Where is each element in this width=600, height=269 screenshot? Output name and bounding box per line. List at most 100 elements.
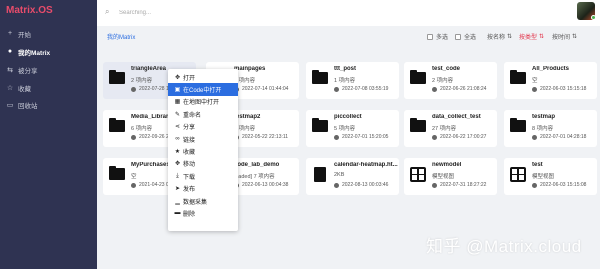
- file-card[interactable]: piccollect 5 项内容 2022-07-01 15:20:05: [306, 110, 399, 147]
- model-view-icon: [410, 167, 426, 182]
- card-type: 模型视图: [532, 174, 555, 180]
- menu-item-label: 收藏: [183, 150, 196, 157]
- menu-item-rename[interactable]: ✎ 重命名: [168, 108, 238, 120]
- sort-type-label: 按类型: [519, 35, 538, 41]
- sidebar-item-shared[interactable]: ⇆ 被分享: [0, 62, 97, 77]
- trash-icon: ▭: [6, 101, 14, 109]
- code-icon: ▣: [174, 87, 181, 94]
- folder-icon: [510, 70, 526, 84]
- sidebar-item-trash[interactable]: ▭ 回收站: [0, 97, 97, 112]
- clock-icon: [432, 134, 437, 140]
- link-icon: ∞: [175, 136, 180, 143]
- card-name: calendar-heatmap.ht...: [334, 162, 398, 168]
- sort-arrow-icon: ⇅: [507, 34, 513, 40]
- menu-item-data-collect[interactable]: ▁ 数据采集: [168, 195, 238, 207]
- menu-item-label: 发布: [183, 187, 196, 194]
- app-logo: Matrix.OS: [6, 5, 53, 16]
- card-date: 2022-09-26 2...: [131, 134, 173, 140]
- menu-item-share[interactable]: ⋖ 分享: [168, 121, 238, 133]
- card-count: loaded] 7 项内容: [234, 174, 275, 180]
- clock-icon: [131, 86, 136, 92]
- share-icon: ⋖: [174, 124, 181, 131]
- menu-item-link[interactable]: ∞ 链接: [168, 133, 238, 145]
- menu-item-open[interactable]: ✥ 打开: [168, 71, 238, 83]
- share-icon: ⇆: [7, 66, 13, 74]
- menu-item-label: 分享: [183, 125, 196, 132]
- user-icon: ●: [7, 48, 13, 55]
- card-count: 空: [532, 78, 538, 84]
- menu-item-label: 在地图中打开: [183, 100, 220, 107]
- file-card[interactable]: calendar-heatmap.ht... 2KB 2022-08-13 00…: [306, 158, 399, 195]
- trash-icon: ▬: [174, 210, 181, 217]
- card-name: test_code: [432, 66, 461, 72]
- card-date: 2022-07-14 01:44:04: [234, 86, 288, 92]
- star-icon: ☆: [6, 84, 14, 92]
- sidebar-item-label: 收藏: [18, 85, 31, 93]
- checkbox-icon: [455, 33, 461, 40]
- sort-by-time-button[interactable]: 按时间 ⇅: [552, 32, 577, 41]
- search-input[interactable]: [119, 7, 319, 18]
- folder-icon: [312, 118, 328, 132]
- card-date: 2022-08-13 00:03:46: [334, 182, 388, 188]
- folder-icon: [109, 70, 125, 84]
- card-date-text: 2022-06-22 17:00:27: [440, 134, 487, 140]
- menu-item-label: 在Code中打开: [183, 88, 222, 95]
- clock-icon: [334, 86, 339, 92]
- sidebar-item-label: 回收站: [18, 102, 38, 110]
- file-card[interactable]: All_Products 空 2022-06-03 15:15:18: [504, 62, 597, 99]
- card-count: 27 项内容: [432, 126, 457, 132]
- card-date: 2022-07-01 15:20:05: [334, 134, 388, 140]
- card-count: 8 项内容: [532, 126, 554, 132]
- menu-item-delete[interactable]: ▬ 删除: [168, 207, 238, 219]
- card-count: 2 项内容: [131, 78, 153, 84]
- menu-item-label: 移动: [183, 162, 196, 169]
- file-card[interactable]: ttt_post 1 项内容 2022-07-08 03:55:19: [306, 62, 399, 99]
- card-date: 2022-07-08 03:55:19: [334, 86, 388, 92]
- clock-icon: [131, 134, 136, 140]
- move-icon: ✥: [174, 74, 181, 81]
- file-card[interactable]: data_collect_test 27 项内容 2022-06-22 17:0…: [404, 110, 497, 147]
- map-icon: ▦: [174, 99, 181, 106]
- clock-icon: [334, 134, 339, 140]
- folder-icon: [510, 118, 526, 132]
- menu-item-open-in-map[interactable]: ▦ 在地图中打开: [168, 96, 238, 108]
- card-date-text: 2022-06-13 00:04:38: [242, 182, 289, 188]
- card-date-text: 2022-08-13 00:03:46: [342, 182, 389, 188]
- clock-icon: [334, 182, 339, 188]
- multi-select-checkbox[interactable]: 多选: [427, 32, 448, 41]
- sort-by-type-button[interactable]: 按类型 ⇅: [519, 32, 544, 41]
- menu-item-label: 链接: [183, 137, 196, 144]
- card-date: 2022-07-31 18:27:22: [432, 182, 486, 188]
- file-card[interactable]: test 模型视图 2022-06-03 15:15:08: [504, 158, 597, 195]
- move-icon: ✥: [174, 161, 181, 168]
- folder-icon: [109, 118, 125, 132]
- card-name: testmap2: [234, 114, 261, 120]
- sort-name-label: 按名称: [487, 35, 506, 41]
- file-card[interactable]: test_code 2 项内容 2022-06-26 21:08:24: [404, 62, 497, 99]
- sort-by-name-button[interactable]: 按名称 ⇅: [487, 32, 512, 41]
- menu-item-favorite[interactable]: ★ 收藏: [168, 145, 238, 157]
- card-type: 模型视图: [432, 174, 455, 180]
- card-count: 1 项内容: [334, 78, 356, 84]
- card-date: 2022-06-22 17:00:27: [432, 134, 486, 140]
- card-name: piccollect: [334, 114, 362, 120]
- select-all-checkbox[interactable]: 全选: [455, 32, 476, 41]
- menu-item-open-in-code[interactable]: ▣ 在Code中打开: [168, 83, 238, 96]
- sidebar-item-start[interactable]: + 开始: [0, 26, 97, 41]
- clock-icon: [131, 182, 136, 188]
- clock-icon: [532, 86, 537, 92]
- card-date-text: 2022-07-01 04:28:18: [540, 134, 587, 140]
- file-card[interactable]: testmap 8 项内容 2022-07-01 04:28:18: [504, 110, 597, 147]
- breadcrumb[interactable]: 我的Matrix: [107, 32, 135, 41]
- folder-icon: [109, 166, 125, 180]
- sidebar-item-my-matrix[interactable]: ● 我的Matrix: [0, 44, 97, 59]
- online-status-icon: [591, 15, 596, 20]
- menu-item-move[interactable]: ✥ 移动: [168, 158, 238, 170]
- menu-item-download[interactable]: ⤓ 下载: [168, 170, 238, 182]
- menu-item-label: 删除: [183, 211, 196, 218]
- menu-item-publish[interactable]: ➤ 发布: [168, 183, 238, 195]
- file-card[interactable]: newmodel 模型视图 2022-07-31 18:27:22: [404, 158, 497, 195]
- sidebar-item-favorites[interactable]: ☆ 收藏: [0, 80, 97, 95]
- card-count: 5 项内容: [334, 126, 356, 132]
- card-date-text: 2022-07-14 01:44:04: [242, 86, 289, 92]
